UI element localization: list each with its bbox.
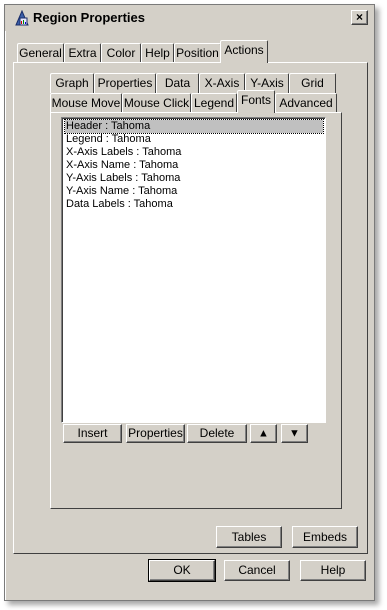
tab-mouse-move[interactable]: Mouse Move (50, 93, 122, 113)
window-title: Region Properties (33, 10, 145, 25)
arrow-up-icon: ▲ (258, 427, 269, 439)
tab-data[interactable]: Data (156, 73, 199, 93)
properties-button[interactable]: Properties (126, 424, 185, 443)
tab-advanced[interactable]: Advanced (275, 93, 337, 113)
list-item[interactable]: Data Labels : Tahoma (65, 198, 323, 211)
tab-color[interactable]: Color (101, 43, 141, 63)
cancel-button[interactable]: Cancel (224, 560, 290, 581)
arrow-down-icon: ▼ (289, 427, 300, 439)
tab-mouse-click[interactable]: Mouse Click (122, 93, 191, 113)
tab-properties[interactable]: Properties (94, 73, 156, 93)
delete-button[interactable]: Delete (187, 424, 247, 443)
list-item[interactable]: Y-Axis Name : Tahoma (65, 185, 323, 198)
tab-extra[interactable]: Extra (64, 43, 101, 63)
list-item[interactable]: Y-Axis Labels : Tahoma (65, 172, 323, 185)
region-properties-dialog: Region Properties × General Extra Color … (4, 4, 375, 601)
title-bar[interactable]: Region Properties × (5, 5, 374, 31)
move-up-button[interactable]: ▲ (250, 424, 277, 443)
move-down-button[interactable]: ▼ (281, 424, 308, 443)
tab-general[interactable]: General (17, 43, 64, 63)
tables-button[interactable]: Tables (216, 526, 282, 548)
list-item[interactable]: X-Axis Labels : Tahoma (65, 146, 323, 159)
tab-position[interactable]: Position (174, 43, 221, 63)
tab-grid[interactable]: Grid (289, 73, 336, 93)
ok-button[interactable]: OK (148, 559, 216, 582)
tab-legend[interactable]: Legend (191, 93, 237, 113)
tab-actions[interactable]: Actions (220, 40, 268, 63)
insert-button[interactable]: Insert (63, 424, 122, 443)
list-item[interactable]: Header : Tahoma (64, 119, 324, 134)
list-item[interactable]: Legend : Tahoma (65, 133, 323, 146)
fonts-listbox[interactable]: Header : Tahoma Legend : Tahoma X-Axis L… (61, 117, 326, 423)
tab-fonts[interactable]: Fonts (237, 90, 275, 113)
embeds-button[interactable]: Embeds (292, 526, 358, 548)
close-button[interactable]: × (351, 10, 368, 25)
chart-app-icon (15, 10, 29, 26)
tab-help[interactable]: Help (141, 43, 174, 63)
help-button[interactable]: Help (300, 560, 366, 581)
list-item[interactable]: X-Axis Name : Tahoma (65, 159, 323, 172)
tab-graph[interactable]: Graph (50, 73, 94, 93)
close-icon: × (355, 10, 363, 24)
